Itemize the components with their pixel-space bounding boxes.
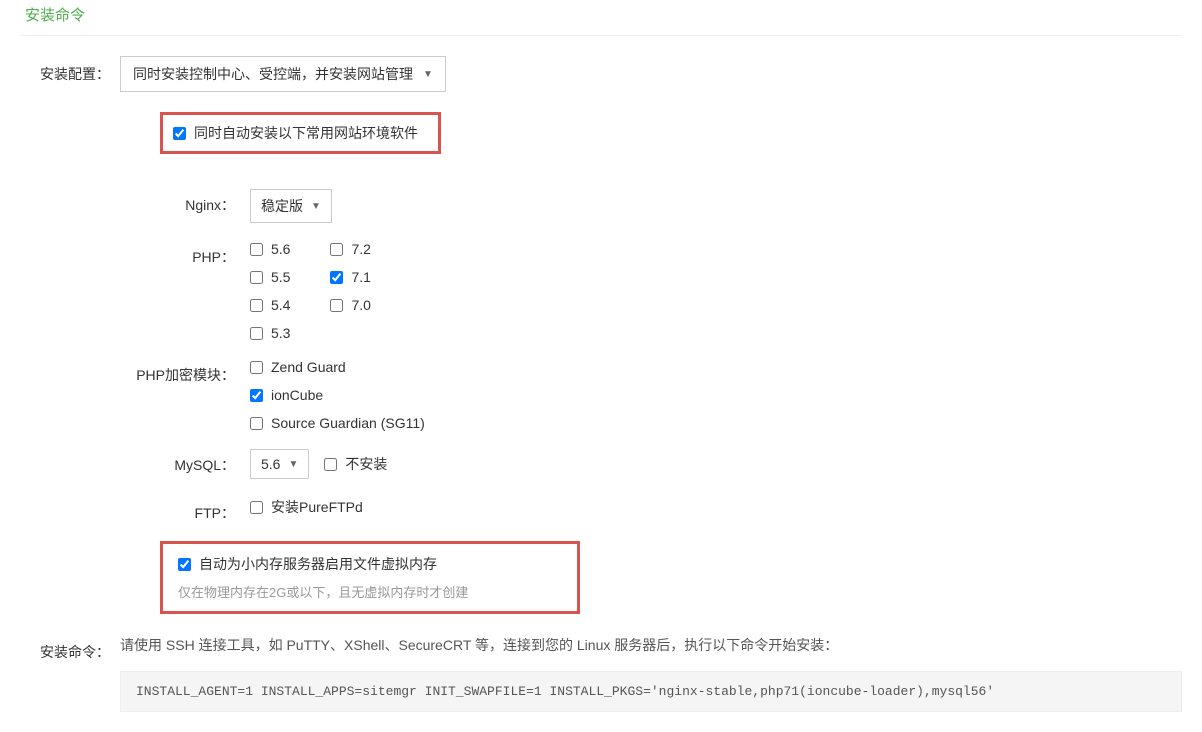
php-version-label: 5.5 (271, 269, 290, 285)
swap-hint: 仅在物理内存在2G或以下，且无虚拟内存时才创建 (178, 582, 562, 601)
encrypt-module-checkbox[interactable] (250, 389, 263, 402)
nginx-dropdown[interactable]: 稳定版 ▼ (250, 189, 332, 223)
php-version-item: 5.4 (250, 297, 290, 313)
php-version-label: 5.3 (271, 325, 290, 341)
caret-down-icon: ▼ (288, 459, 298, 470)
mysql-label: MySQL： (20, 449, 250, 475)
mysql-value: 5.6 (261, 456, 280, 472)
auto-install-env-checkbox[interactable] (173, 127, 186, 140)
mysql-no-install-checkbox[interactable] (324, 458, 337, 471)
php-version-checkbox[interactable] (250, 299, 263, 312)
php-version-checkbox[interactable] (250, 327, 263, 340)
auto-install-env-label: 同时自动安装以下常用网站环境软件 (194, 123, 418, 143)
section-title: 安装命令 (20, 0, 1182, 36)
encrypt-module-item: ionCube (250, 387, 1182, 403)
caret-down-icon: ▼ (423, 69, 433, 80)
install-config-row: 安装配置： 同时安装控制中心、受控端，并安装网站管理 ▼ (20, 56, 1182, 92)
php-version-checkbox[interactable] (250, 271, 263, 284)
php-version-item: 7.2 (330, 241, 370, 257)
install-cmd-hint: 请使用 SSH 连接工具，如 PuTTY、XShell、SecureCRT 等，… (120, 634, 1182, 656)
install-cmd-row: 安装命令： 请使用 SSH 连接工具，如 PuTTY、XShell、Secure… (20, 634, 1182, 712)
nginx-value: 稳定版 (261, 196, 303, 216)
php-version-label: 7.2 (351, 241, 370, 257)
php-version-item: 7.0 (330, 297, 370, 313)
encrypt-module-label: Zend Guard (271, 359, 346, 375)
auto-install-highlight: 同时自动安装以下常用网站环境软件 (160, 112, 441, 154)
encrypt-module-label: Source Guardian (SG11) (271, 415, 425, 431)
install-config-dropdown[interactable]: 同时安装控制中心、受控端，并安装网站管理 ▼ (120, 56, 446, 92)
install-cmd-code[interactable]: INSTALL_AGENT=1 INSTALL_APPS=sitemgr INI… (120, 671, 1182, 712)
swap-checkbox[interactable] (178, 558, 191, 571)
php-version-checkbox[interactable] (330, 271, 343, 284)
encrypt-module-item: Source Guardian (SG11) (250, 415, 1182, 431)
mysql-row: MySQL： 5.6 ▼ 不安装 (20, 449, 1182, 479)
swap-title: 自动为小内存服务器启用文件虚拟内存 (199, 554, 437, 574)
encrypt-module-checkbox[interactable] (250, 417, 263, 430)
php-encrypt-label: PHP加密模块： (20, 359, 250, 385)
ftp-install-label: 安装PureFTPd (271, 497, 363, 517)
nginx-label: Nginx： (20, 189, 250, 215)
php-version-checkbox[interactable] (330, 243, 343, 256)
php-version-grid: 5.6 5.5 5.4 5.3 7.2 7.1 7.0 (250, 241, 1182, 341)
ftp-checkbox[interactable] (250, 501, 263, 514)
php-version-item: 5.3 (250, 325, 290, 341)
nginx-row: Nginx： 稳定版 ▼ (20, 189, 1182, 223)
php-encrypt-row: PHP加密模块： Zend Guard ionCube Source Guardia… (20, 359, 1182, 431)
php-row: PHP： 5.6 5.5 5.4 5.3 7.2 7.1 7.0 (20, 241, 1182, 341)
php-version-item: 5.6 (250, 241, 290, 257)
install-cmd-label: 安装命令： (20, 634, 120, 662)
ftp-row: FTP： 安装PureFTPd (20, 497, 1182, 523)
php-version-label: 5.4 (271, 297, 290, 313)
encrypt-module-checkbox[interactable] (250, 361, 263, 374)
php-version-item: 5.5 (250, 269, 290, 285)
mysql-dropdown[interactable]: 5.6 ▼ (250, 449, 309, 479)
php-version-label: 7.1 (351, 269, 370, 285)
mysql-no-install-label: 不安装 (345, 454, 387, 474)
php-version-label: 5.6 (271, 241, 290, 257)
swap-highlight: 自动为小内存服务器启用文件虚拟内存 仅在物理内存在2G或以下，且无虚拟内存时才创… (160, 541, 580, 614)
php-version-item: 7.1 (330, 269, 370, 285)
caret-down-icon: ▼ (311, 201, 321, 212)
php-version-checkbox[interactable] (250, 243, 263, 256)
install-config-label: 安装配置： (20, 56, 120, 84)
php-label: PHP： (20, 241, 250, 267)
encrypt-module-item: Zend Guard (250, 359, 1182, 375)
php-version-label: 7.0 (351, 297, 370, 313)
php-version-checkbox[interactable] (330, 299, 343, 312)
install-config-value: 同时安装控制中心、受控端，并安装网站管理 (133, 64, 413, 84)
ftp-label: FTP： (20, 497, 250, 523)
encrypt-module-list: Zend Guard ionCube Source Guardian (SG11) (250, 359, 1182, 431)
encrypt-module-label: ionCube (271, 387, 323, 403)
